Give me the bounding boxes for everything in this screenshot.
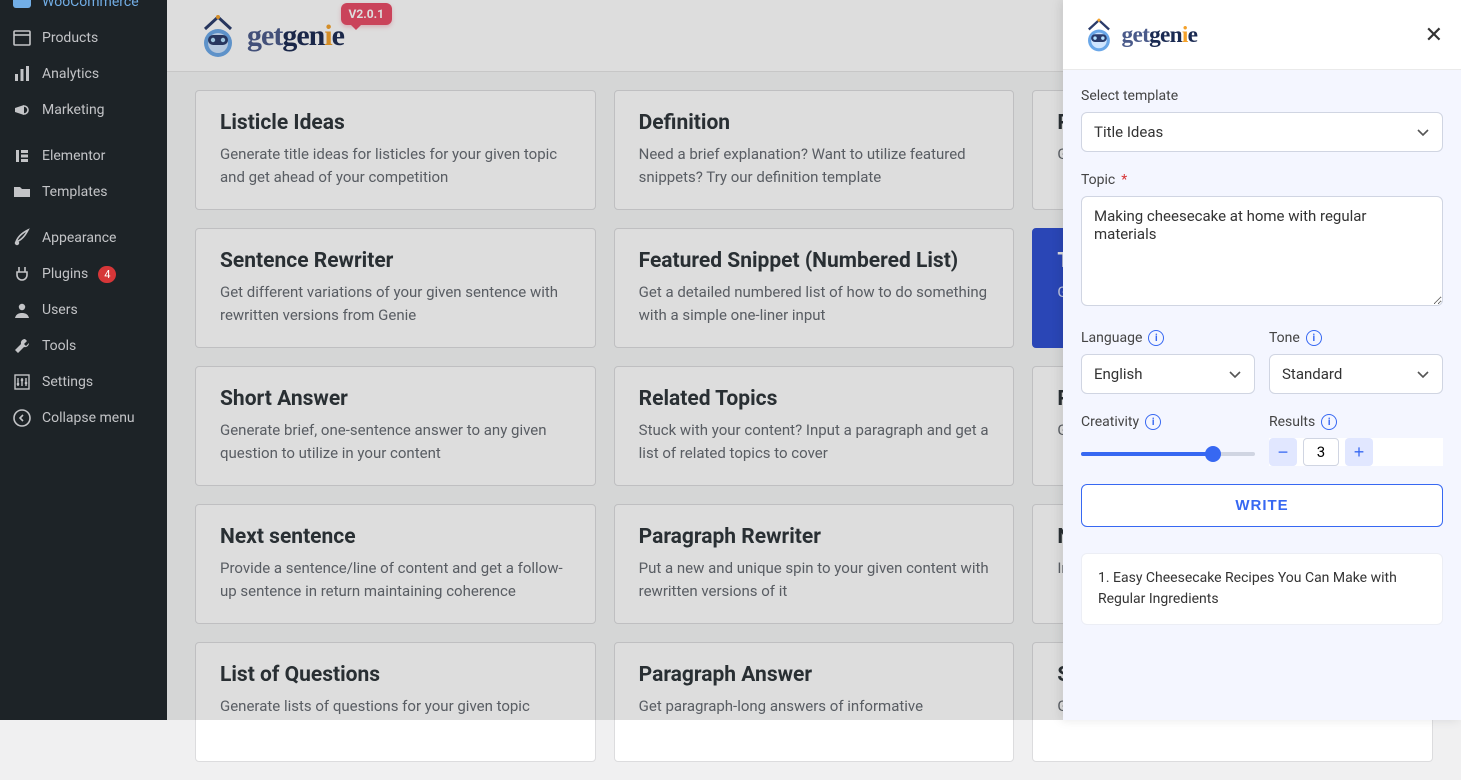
drawer-header: getgenie ✕ xyxy=(1063,0,1461,70)
sidebar-item-label: Users xyxy=(42,302,78,318)
template-select[interactable]: Title Ideas xyxy=(1081,112,1443,152)
sidebar-item-label: Elementor xyxy=(42,148,105,164)
slider-thumb-icon[interactable] xyxy=(1205,446,1221,462)
creativity-slider[interactable] xyxy=(1081,452,1255,456)
template-label: Select template xyxy=(1081,88,1443,104)
output-line: 1. Easy Cheesecake Recipes You Can Make … xyxy=(1098,568,1426,610)
sidebar-item-woocommerce[interactable]: WooCommerce xyxy=(0,0,167,20)
sidebar-item-products[interactable]: Products xyxy=(0,20,167,56)
topic-label: Topic* xyxy=(1081,172,1443,188)
creativity-label: Creativityi xyxy=(1081,414,1255,430)
sidebar-item-users[interactable]: Users xyxy=(0,292,167,328)
sidebar-item-label: Plugins xyxy=(42,266,88,282)
genie-avatar-icon xyxy=(1081,17,1117,53)
sidebar-item-analytics[interactable]: Analytics xyxy=(0,56,167,92)
sidebar-item-label: Products xyxy=(42,30,98,46)
results-value[interactable]: 3 xyxy=(1303,438,1339,466)
sidebar-item-collapse[interactable]: Collapse menu xyxy=(0,400,167,436)
output-list: 1. Easy Cheesecake Recipes You Can Make … xyxy=(1081,553,1443,625)
results-label: Resultsi xyxy=(1269,414,1443,430)
sidebar-item-plugins[interactable]: Plugins 4 xyxy=(0,256,167,292)
info-icon[interactable]: i xyxy=(1321,414,1337,430)
chevron-down-icon xyxy=(1228,367,1242,381)
template-select-value: Title Ideas xyxy=(1094,123,1163,141)
sidebar-item-settings[interactable]: Settings xyxy=(0,364,167,400)
language-select[interactable]: English xyxy=(1081,354,1255,394)
sidebar-item-appearance[interactable]: Appearance xyxy=(0,220,167,256)
info-icon[interactable]: i xyxy=(1145,414,1161,430)
sidebar-item-elementor[interactable]: Elementor xyxy=(0,138,167,174)
results-decrement-button[interactable]: − xyxy=(1269,438,1297,466)
sidebar-item-templates[interactable]: Templates xyxy=(0,174,167,210)
sidebar-item-label: Marketing xyxy=(42,102,105,118)
sidebar-item-marketing[interactable]: Marketing xyxy=(0,92,167,128)
sidebar-item-label: Analytics xyxy=(42,66,99,82)
sidebar-item-tools[interactable]: Tools xyxy=(0,328,167,364)
tone-label: Tonei xyxy=(1269,330,1443,346)
write-button[interactable]: WRITE xyxy=(1081,484,1443,527)
info-icon[interactable]: i xyxy=(1148,330,1164,346)
sidebar-item-label: Settings xyxy=(42,374,93,390)
topic-input[interactable] xyxy=(1081,196,1443,306)
language-label: Languagei xyxy=(1081,330,1255,346)
genie-logo-small: getgenie xyxy=(1081,17,1197,53)
drawer-body: Select template Title Ideas Topic* Langu… xyxy=(1063,70,1461,720)
sidebar-item-label: Tools xyxy=(42,338,76,354)
sidebar-item-label: Appearance xyxy=(42,230,116,246)
close-icon[interactable]: ✕ xyxy=(1425,22,1443,48)
sidebar-item-label: Templates xyxy=(42,184,108,200)
sidebar-item-label: WooCommerce xyxy=(42,0,139,10)
info-icon[interactable]: i xyxy=(1306,330,1322,346)
sidebar-item-label: Collapse menu xyxy=(42,410,135,426)
chevron-down-icon xyxy=(1416,125,1430,139)
badge: 4 xyxy=(98,266,116,283)
editor-drawer: getgenie ✕ Select template Title Ideas T… xyxy=(1063,0,1461,720)
chevron-down-icon xyxy=(1416,367,1430,381)
wp-admin-sidebar: WooCommerce Products Analytics Marketing Ele… xyxy=(0,0,167,720)
results-increment-button[interactable]: + xyxy=(1345,438,1373,466)
tone-select[interactable]: Standard xyxy=(1269,354,1443,394)
